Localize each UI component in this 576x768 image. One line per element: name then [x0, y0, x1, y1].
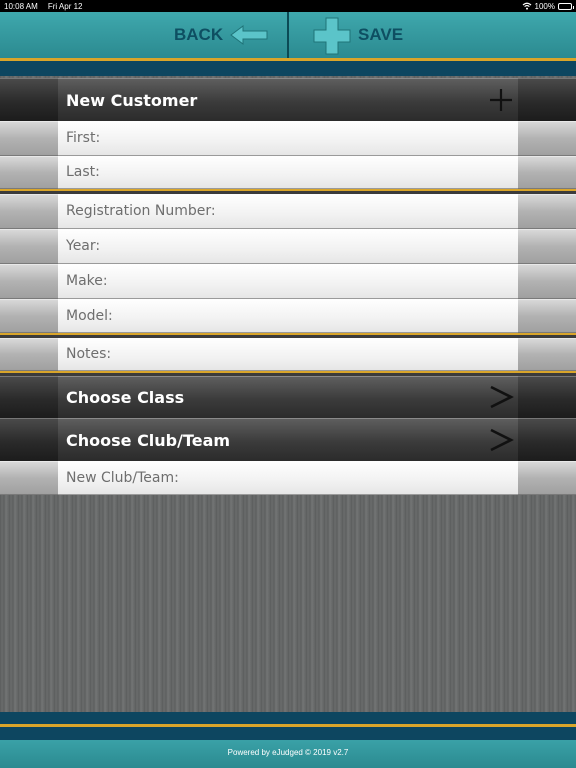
choose-club-label: Choose Club/Team [66, 430, 231, 450]
new-club-row [0, 461, 576, 495]
battery-percent: 100% [534, 1, 555, 11]
toolbar-divider [287, 12, 289, 58]
model-row [0, 299, 576, 333]
chevron-right-icon [490, 385, 514, 409]
last-name-input[interactable] [66, 164, 518, 180]
status-time: 10:08 AM [4, 1, 38, 11]
new-club-input[interactable] [66, 469, 518, 486]
back-button-label: BACK [174, 25, 224, 44]
registration-row [0, 194, 576, 229]
status-date: Fri Apr 12 [47, 1, 83, 11]
battery-icon [558, 2, 574, 10]
navy-stripe [0, 61, 576, 76]
make-input[interactable] [66, 273, 518, 289]
footer-navy-band [0, 727, 576, 740]
status-right: 100% [522, 1, 574, 11]
year-input[interactable] [66, 238, 518, 254]
chevron-right-icon [490, 428, 514, 451]
year-row [0, 229, 576, 264]
footer-text: Powered by eJudged © 2019 v2.7 [227, 748, 349, 757]
save-button[interactable]: SAVE [312, 17, 404, 55]
new-customer-label: New Customer [66, 90, 198, 110]
last-name-row [0, 156, 576, 189]
save-button-label: SAVE [358, 25, 404, 44]
plus-icon [313, 17, 351, 55]
wifi-icon [522, 2, 531, 10]
make-row [0, 264, 576, 299]
arrow-left-icon [230, 25, 268, 45]
registration-input[interactable] [66, 203, 518, 219]
notes-input[interactable] [66, 346, 518, 362]
choose-class-label: Choose Class [66, 388, 185, 407]
choose-club-row[interactable]: Choose Club/Team [0, 418, 576, 461]
plus-icon[interactable] [488, 87, 514, 113]
back-button[interactable]: BACK [174, 20, 269, 50]
notes-row [0, 338, 576, 371]
model-input[interactable] [66, 307, 518, 324]
new-customer-header[interactable]: New Customer [0, 78, 576, 121]
status-bar: 10:08 AM Fri Apr 12 100% [0, 0, 576, 12]
first-name-input[interactable] [66, 130, 518, 146]
first-name-row [0, 121, 576, 156]
footer-navy-stripe [0, 712, 576, 724]
choose-class-row[interactable]: Choose Class [0, 376, 576, 418]
top-toolbar: BACK SAVE [0, 12, 576, 58]
